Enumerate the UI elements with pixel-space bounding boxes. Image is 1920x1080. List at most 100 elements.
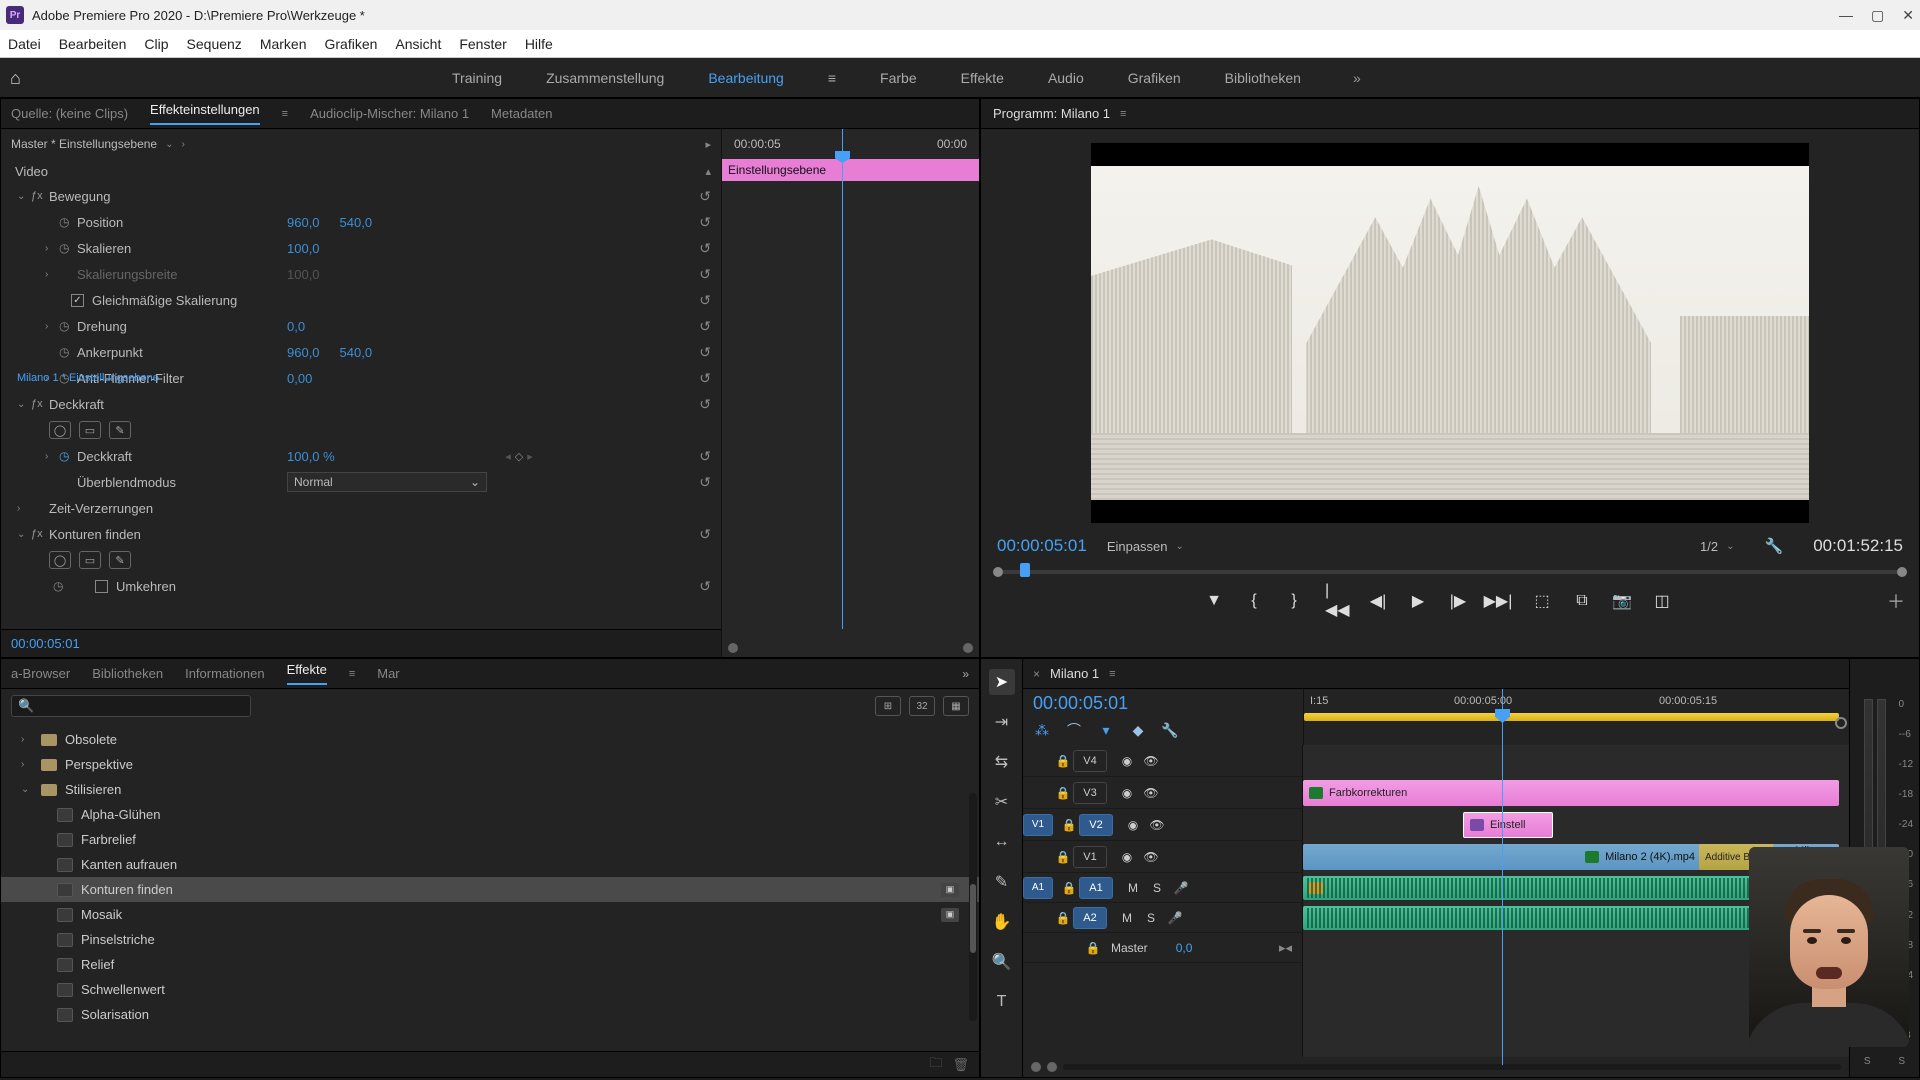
folder-obsolete[interactable]: Obsolete — [65, 732, 117, 747]
folder-stilisieren[interactable]: Stilisieren — [65, 782, 121, 797]
workspace-zusammenstellung[interactable]: Zusammenstellung — [546, 70, 664, 86]
anker-x[interactable]: 960,0 — [287, 345, 320, 360]
res-chevron-icon[interactable]: ⌄ — [1726, 541, 1734, 552]
menu-bearbeiten[interactable]: Bearbeiten — [59, 36, 127, 52]
hand-tool-icon[interactable]: ✋ — [989, 909, 1015, 935]
lock-v1-icon[interactable]: 🔒 — [1053, 850, 1073, 864]
workspace-audio[interactable]: Audio — [1048, 70, 1084, 86]
tab-audioclip-mischer[interactable]: Audioclip-Mischer: Milano 1 — [310, 106, 469, 121]
program-scrub-bar[interactable] — [993, 565, 1907, 579]
voiceover-a2-icon[interactable]: 🎤 — [1163, 911, 1187, 925]
linked-selection-icon[interactable]: ⌒ — [1065, 720, 1083, 740]
home-icon[interactable]: ⌂ — [10, 68, 32, 88]
effect-pinselstriche[interactable]: Pinselstriche — [81, 932, 155, 947]
tab-metadaten[interactable]: Metadaten — [491, 106, 552, 121]
scrub-right-handle[interactable] — [1897, 567, 1907, 577]
effect-konturen-finden-item[interactable]: Konturen finden — [81, 882, 173, 897]
sync-lock-v1-icon[interactable]: ◉ — [1115, 850, 1139, 864]
reset-position-icon[interactable]: ↺ — [699, 214, 711, 231]
snap-icon[interactable]: ⁂ — [1033, 722, 1051, 739]
lock-a2-icon[interactable]: 🔒 — [1053, 911, 1073, 925]
menu-sequenz[interactable]: Sequenz — [187, 36, 242, 52]
anker-y[interactable]: 540,0 — [340, 345, 373, 360]
solo-left[interactable]: S — [1864, 1056, 1871, 1067]
effect-schwellenwert[interactable]: Schwellenwert — [81, 982, 165, 997]
clip-einstellungsebene[interactable]: Einstell — [1463, 812, 1553, 838]
sequence-tab[interactable]: Milano 1 — [1050, 666, 1099, 681]
work-area-end-handle[interactable] — [1835, 717, 1847, 729]
workspace-effekte[interactable]: Effekte — [961, 70, 1004, 86]
tab-browser[interactable]: a-Browser — [11, 666, 70, 681]
next-keyframe-icon[interactable]: ▸ — [527, 450, 533, 463]
reset-uniform-icon[interactable]: ↺ — [699, 292, 711, 309]
zoom-tool-icon[interactable]: 🔍 — [989, 949, 1015, 975]
folder-perspektive[interactable]: Perspektive — [65, 757, 133, 772]
ripple-tool-icon[interactable]: ⇆ — [989, 749, 1015, 775]
selection-tool-icon[interactable]: ➤ — [989, 669, 1015, 695]
lift-icon[interactable]: ⬚ — [1529, 588, 1555, 614]
clip-farbkorrekturen[interactable]: Farbkorrekturen — [1303, 780, 1839, 806]
reset-bewegung-icon[interactable]: ↺ — [699, 188, 711, 205]
minimize-button[interactable]: — — [1839, 7, 1853, 24]
mark-in-icon[interactable]: { — [1241, 588, 1267, 614]
timeline-settings-icon[interactable]: 🔧 — [1161, 722, 1179, 739]
tab-effekteinstellungen[interactable]: Effekteinstellungen — [150, 102, 260, 125]
add-keyframe-icon[interactable]: ◇ — [515, 450, 523, 463]
type-tool-icon[interactable]: T — [989, 989, 1015, 1015]
extract-icon[interactable]: ⧉ — [1569, 588, 1595, 614]
clip-milano2[interactable]: Milano 2 (4K).mp4 — [1303, 844, 1723, 870]
effect-alpha-gluehen[interactable]: Alpha-Glühen — [81, 807, 161, 822]
twisty-stilisieren[interactable]: ⌄ — [21, 784, 33, 795]
source-a1-target[interactable]: A1 — [1023, 877, 1053, 899]
menu-grafiken[interactable]: Grafiken — [325, 36, 378, 52]
menu-datei[interactable]: Datei — [8, 36, 41, 52]
step-back-icon[interactable]: ◀| — [1365, 588, 1391, 614]
track-a1[interactable]: A1 — [1079, 877, 1113, 899]
program-menu-icon[interactable]: ≡ — [1120, 108, 1126, 120]
lock-a1-icon[interactable]: 🔒 — [1059, 881, 1079, 895]
export-frame-button-icon[interactable]: 📷 — [1609, 588, 1635, 614]
effect-relief[interactable]: Relief — [81, 957, 114, 972]
antiflimmer-value[interactable]: 0,00 — [287, 371, 312, 386]
track-v1[interactable]: V1 — [1073, 846, 1107, 868]
new-bin-icon[interactable]: 🗀 — [929, 1054, 942, 1076]
effects-search-input[interactable]: 🔍 — [11, 695, 251, 717]
zoom-in-handle[interactable] — [1047, 1062, 1057, 1072]
reset-deckkraft-icon[interactable]: ↺ — [699, 396, 711, 413]
reset-blend-icon[interactable]: ↺ — [699, 474, 711, 491]
go-to-out-icon[interactable]: ▶▶| — [1485, 588, 1511, 614]
workspace-grafiken[interactable]: Grafiken — [1128, 70, 1181, 86]
solo-a1[interactable]: S — [1145, 881, 1169, 895]
reset-drehung-icon[interactable]: ↺ — [699, 318, 711, 335]
ec-zoom-right-handle[interactable] — [963, 643, 973, 653]
tab-bibliotheken[interactable]: Bibliotheken — [92, 666, 163, 681]
twisty-perspektive[interactable]: › — [21, 759, 33, 770]
prev-keyframe-icon[interactable]: ◂ — [505, 450, 511, 463]
workspace-farbe[interactable]: Farbe — [880, 70, 917, 86]
resolution-dropdown[interactable]: 1/2 — [1700, 539, 1718, 554]
scrollbar-thumb[interactable] — [970, 884, 976, 952]
expand-master-icon[interactable]: ▸◂ — [1279, 940, 1292, 956]
drehung-value[interactable]: 0,0 — [287, 319, 305, 334]
button-editor-plus-icon[interactable]: ＋ — [1887, 588, 1905, 614]
reset-skalbreite-icon[interactable]: ↺ — [699, 266, 711, 283]
track-v3[interactable]: V3 — [1073, 782, 1107, 804]
fit-dropdown[interactable]: Einpassen — [1107, 539, 1168, 554]
menu-marken[interactable]: Marken — [260, 36, 307, 52]
effects-tab-menu-icon[interactable]: ≡ — [349, 668, 355, 680]
tab-effekte[interactable]: Effekte — [287, 662, 327, 685]
reset-skalieren-icon[interactable]: ↺ — [699, 240, 711, 257]
menu-clip[interactable]: Clip — [144, 36, 168, 52]
step-forward-icon[interactable]: |▶ — [1445, 588, 1471, 614]
workspace-overflow-icon[interactable]: » — [1353, 70, 1361, 86]
blend-mode-dropdown[interactable]: Normal ⌄ — [287, 472, 487, 492]
chevron-down-icon[interactable]: ⌄ — [165, 139, 173, 150]
effects-scrollbar[interactable] — [969, 793, 977, 1021]
timeline-timecode[interactable]: 00:00:05:01 — [1033, 693, 1293, 714]
reset-deckkraft-v-icon[interactable]: ↺ — [699, 448, 711, 465]
track-v2[interactable]: V2 — [1079, 814, 1113, 836]
scrub-left-handle[interactable] — [993, 567, 1003, 577]
eye-v4-icon[interactable]: 👁 — [1139, 754, 1163, 768]
sequence-clip-label[interactable]: Milano 1 * Einstellungsebene — [11, 129, 165, 654]
position-y[interactable]: 540,0 — [340, 215, 373, 230]
